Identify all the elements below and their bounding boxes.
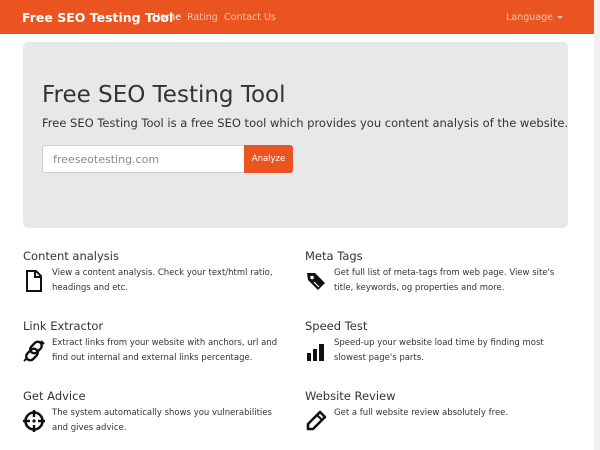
feature-description: The system automatically shows you vulne… xyxy=(52,408,272,433)
page-title: Free SEO Testing Tool xyxy=(42,82,286,108)
nav-rating-link[interactable]: Rating xyxy=(187,12,218,23)
signal-icon xyxy=(307,344,324,361)
feature-title: Website Review xyxy=(305,389,396,403)
feature-website-review: Website Review Get a full website review… xyxy=(305,389,570,431)
feature-description: Speed-up your website load time by findi… xyxy=(334,338,544,363)
feature-description: Get full list of meta-tags from web page… xyxy=(334,268,555,293)
feature-meta-tags: Meta Tags Get full list of meta-tags fro… xyxy=(305,249,570,293)
feature-title: Meta Tags xyxy=(305,249,363,263)
feature-link-extractor: Link Extractor Extract links from your w… xyxy=(23,319,288,363)
language-dropdown[interactable]: Language xyxy=(506,12,563,23)
feature-speed-test: Speed Test Speed-up your website load ti… xyxy=(305,319,570,363)
caret-down-icon xyxy=(557,16,563,19)
feature-content-analysis: Content analysis View a content analysis… xyxy=(23,249,288,293)
feature-title: Get Advice xyxy=(23,389,86,403)
feature-title: Content analysis xyxy=(23,249,119,263)
crosshair-icon xyxy=(23,410,45,432)
scrollbar[interactable] xyxy=(594,0,600,450)
feature-description: Extract links from your website with anc… xyxy=(52,338,278,363)
feature-description: View a content analysis. Check your text… xyxy=(52,268,273,293)
feature-description: Get a full website review absolutely fre… xyxy=(334,408,509,418)
pencil-icon xyxy=(306,410,327,431)
link-icon xyxy=(23,340,45,362)
hero-subtitle: Free SEO Testing Tool is a free SEO tool… xyxy=(42,116,569,130)
feature-title: Speed Test xyxy=(305,319,368,333)
file-icon xyxy=(26,270,42,292)
brand-logo[interactable]: Free SEO Testing Tool xyxy=(22,10,173,25)
url-input[interactable] xyxy=(42,145,244,173)
feature-get-advice: Get Advice The system automatically show… xyxy=(23,389,288,433)
hero-jumbotron: Free SEO Testing Tool Free SEO Testing T… xyxy=(23,42,568,228)
navbar: Free SEO Testing Tool Home Rating Contac… xyxy=(0,0,600,34)
language-label: Language xyxy=(506,12,553,23)
feature-title: Link Extractor xyxy=(23,319,104,333)
nav-contact-link[interactable]: Contact Us xyxy=(224,12,276,23)
nav-home-link[interactable]: Home xyxy=(153,12,181,23)
analyze-button[interactable]: Analyze xyxy=(244,145,293,173)
tag-icon xyxy=(307,273,325,290)
